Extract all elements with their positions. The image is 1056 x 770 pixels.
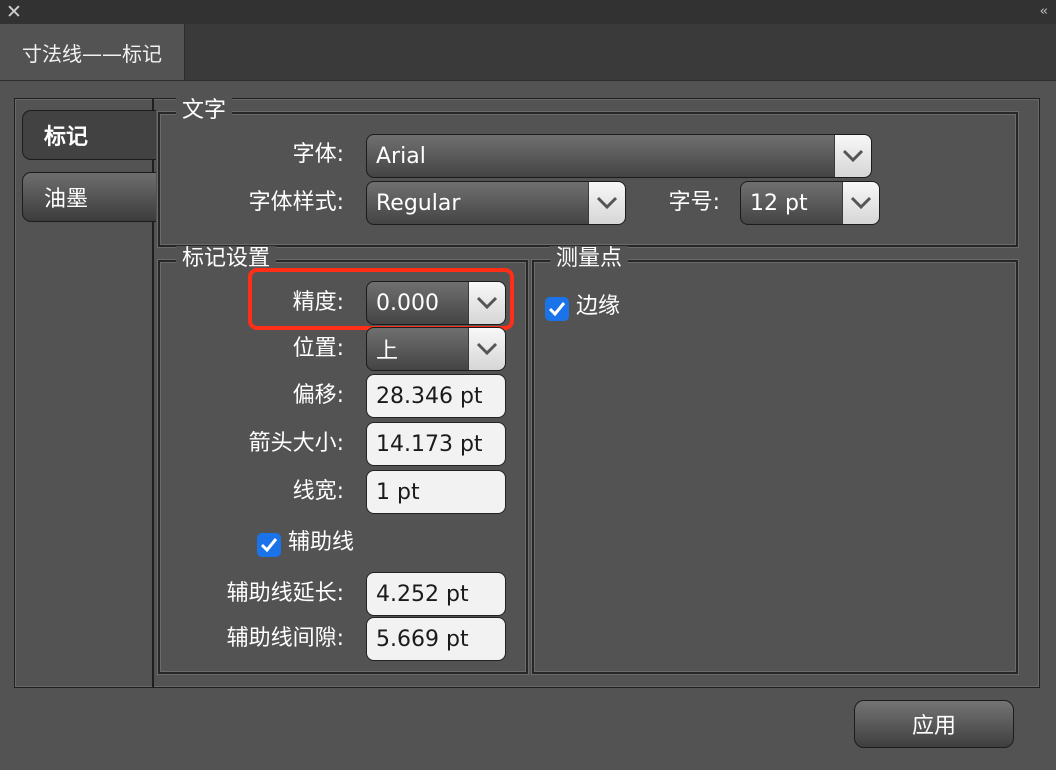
- guide-gap-field[interactable]: 5.669 pt: [366, 617, 506, 661]
- edge-checkbox[interactable]: [545, 297, 569, 321]
- font-label: 字体:: [292, 142, 344, 167]
- position-select-value: 上: [376, 339, 399, 364]
- font-style-select[interactable]: Regular: [366, 181, 626, 225]
- apply-button[interactable]: 应用: [854, 700, 1014, 748]
- tab-ink[interactable]: 油墨: [22, 172, 156, 222]
- text-group-box: [158, 112, 1018, 247]
- font-select-value: Arial: [376, 143, 426, 169]
- line-width-label: 线宽:: [292, 479, 344, 504]
- measure-points-group-title: 测量点: [550, 246, 629, 272]
- guide-line-label[interactable]: 辅助线: [288, 530, 354, 556]
- font-size-select-value: 12 pt: [750, 190, 808, 216]
- tab-marker[interactable]: 标记: [22, 110, 156, 160]
- checkmark-icon: [260, 538, 278, 553]
- font-size-select[interactable]: 12 pt: [740, 181, 880, 225]
- panel-title-bar: [0, 0, 1056, 24]
- font-select[interactable]: Arial: [366, 134, 872, 178]
- chevron-down-icon[interactable]: [842, 182, 879, 224]
- font-size-label: 字号:: [668, 190, 720, 215]
- font-style-label: 字体样式:: [248, 190, 344, 215]
- highlight-annotation: [248, 268, 514, 330]
- arrow-size-field[interactable]: 14.173 pt: [366, 422, 506, 466]
- position-select[interactable]: 上: [366, 327, 506, 371]
- checkmark-icon: [548, 302, 566, 317]
- edge-label[interactable]: 边缘: [576, 294, 620, 320]
- position-label: 位置:: [292, 336, 344, 361]
- line-width-field[interactable]: 1 pt: [366, 470, 506, 514]
- arrow-size-label: 箭头大小:: [248, 431, 344, 456]
- guide-extend-field[interactable]: 4.252 pt: [366, 572, 506, 616]
- guide-gap-label: 辅助线间隙:: [226, 626, 344, 651]
- chevron-down-icon[interactable]: [588, 182, 625, 224]
- guide-line-checkbox[interactable]: [257, 533, 281, 557]
- text-group-title: 文字: [176, 98, 233, 124]
- offset-label: 偏移:: [292, 383, 344, 408]
- close-icon[interactable]: ✕: [6, 1, 22, 23]
- font-style-select-value: Regular: [376, 190, 461, 216]
- offset-field[interactable]: 28.346 pt: [366, 374, 506, 418]
- panel-tab-dimension-marker[interactable]: 寸法线——标记: [0, 24, 185, 80]
- guide-extend-label: 辅助线延长:: [226, 581, 344, 606]
- measure-points-group-box: [532, 260, 1018, 674]
- collapse-icon[interactable]: ‹‹: [1040, 3, 1049, 21]
- chevron-down-icon[interactable]: [468, 328, 505, 370]
- chevron-down-icon[interactable]: [834, 135, 871, 177]
